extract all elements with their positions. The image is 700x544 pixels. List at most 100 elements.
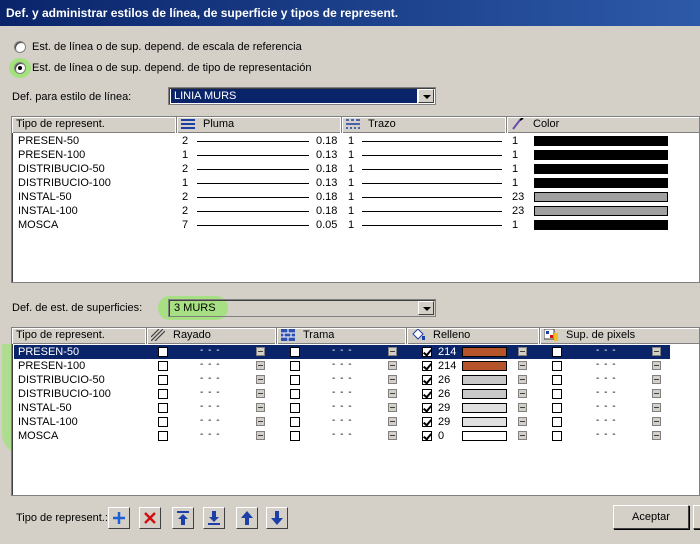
pattern-checkbox[interactable] xyxy=(290,403,300,413)
surface-style-combo[interactable]: 3 MURS xyxy=(168,299,436,317)
fill-edit-button[interactable] xyxy=(518,403,527,412)
col-header-fill[interactable]: Relleno xyxy=(407,328,540,344)
pattern-checkbox[interactable] xyxy=(290,375,300,385)
cancel-button[interactable] xyxy=(693,505,700,529)
paintbrush-icon xyxy=(512,118,524,130)
table-row[interactable]: INSTAL-100 2 0.18 1 23 xyxy=(14,204,699,218)
hatch-checkbox[interactable] xyxy=(158,389,168,399)
pixels-checkbox[interactable] xyxy=(552,347,562,357)
fill-edit-button[interactable] xyxy=(518,361,527,370)
pixels-edit-button[interactable] xyxy=(652,403,661,412)
table-row[interactable]: DISTRIBUCIO-50 - - - - - - 26 - - - xyxy=(14,373,670,387)
accept-button[interactable]: Aceptar xyxy=(613,505,689,529)
pixels-checkbox[interactable] xyxy=(552,389,562,399)
fill-edit-button[interactable] xyxy=(518,417,527,426)
fill-edit-button[interactable] xyxy=(518,347,527,356)
table-row[interactable]: PRESEN-100 - - - - - - 214 - - - xyxy=(14,359,670,373)
table-row[interactable]: PRESEN-100 1 0.13 1 1 xyxy=(14,148,699,162)
pixels-edit-button[interactable] xyxy=(652,361,661,370)
pixels-checkbox[interactable] xyxy=(552,431,562,441)
col-header-hatch[interactable]: Rayado xyxy=(147,328,277,344)
col-header-trace[interactable]: Trazo xyxy=(342,117,507,133)
col-header-type[interactable]: Tipo de represent. xyxy=(12,328,147,344)
hatch-checkbox[interactable] xyxy=(158,431,168,441)
move-top-button[interactable] xyxy=(172,507,194,529)
pixels-checkbox[interactable] xyxy=(552,417,562,427)
fill-checkbox[interactable] xyxy=(422,403,432,413)
pattern-edit-button[interactable] xyxy=(388,347,397,356)
fill-edit-button[interactable] xyxy=(518,375,527,384)
pixels-edit-button[interactable] xyxy=(652,431,661,440)
hatch-checkbox[interactable] xyxy=(158,403,168,413)
line-style-table[interactable]: Tipo de represent. Pluma Trazo Color PRE… xyxy=(11,116,700,283)
move-bottom-button[interactable] xyxy=(203,507,225,529)
pixels-edit-button[interactable] xyxy=(652,417,661,426)
pattern-checkbox[interactable] xyxy=(290,361,300,371)
hatch-edit-button[interactable] xyxy=(256,389,265,398)
pattern-edit-button[interactable] xyxy=(388,389,397,398)
table-row[interactable]: DISTRIBUCIO-50 2 0.18 1 1 xyxy=(14,162,699,176)
table-row[interactable]: MOSCA - - - - - - 0 - - - xyxy=(14,429,670,443)
move-up-button[interactable] xyxy=(236,507,258,529)
hatch-checkbox[interactable] xyxy=(158,417,168,427)
table-row[interactable]: PRESEN-50 - - - - - - 214 - - - xyxy=(14,345,670,359)
surface-style-label: Def. de est. de superficies: xyxy=(12,302,143,314)
hatch-edit-button[interactable] xyxy=(256,417,265,426)
hatch-edit-button[interactable] xyxy=(256,375,265,384)
pixels-value: - - - xyxy=(596,359,617,370)
fill-checkbox[interactable] xyxy=(422,431,432,441)
hatch-checkbox[interactable] xyxy=(158,375,168,385)
pattern-edit-button[interactable] xyxy=(388,417,397,426)
pixels-edit-button[interactable] xyxy=(652,389,661,398)
col-header-pixels[interactable]: Sup. de pixels xyxy=(540,328,699,344)
radio-button[interactable] xyxy=(14,41,26,53)
fill-checkbox[interactable] xyxy=(422,375,432,385)
col-header-color[interactable]: Color xyxy=(507,117,699,133)
table-row[interactable]: INSTAL-50 - - - - - - 29 - - - xyxy=(14,401,670,415)
chevron-down-icon[interactable] xyxy=(418,301,434,315)
hatch-edit-button[interactable] xyxy=(256,347,265,356)
hatch-checkbox[interactable] xyxy=(158,361,168,371)
fill-edit-button[interactable] xyxy=(518,389,527,398)
table-row[interactable]: DISTRIBUCIO-100 - - - - - - 26 - - - xyxy=(14,387,670,401)
table-row[interactable]: PRESEN-50 2 0.18 1 1 xyxy=(14,134,699,148)
pattern-checkbox[interactable] xyxy=(290,431,300,441)
pattern-checkbox[interactable] xyxy=(290,417,300,427)
pixels-checkbox[interactable] xyxy=(552,375,562,385)
hatch-edit-button[interactable] xyxy=(256,403,265,412)
plus-button[interactable] xyxy=(108,507,130,529)
pixels-edit-button[interactable] xyxy=(652,347,661,356)
table-row[interactable]: INSTAL-100 - - - - - - 29 - - - xyxy=(14,415,670,429)
pattern-checkbox[interactable] xyxy=(290,347,300,357)
radio-type-dependent[interactable]: Est. de línea o de sup. depend. de tipo … xyxy=(14,60,311,76)
move-down-button[interactable] xyxy=(266,507,288,529)
pattern-edit-button[interactable] xyxy=(388,361,397,370)
pattern-checkbox[interactable] xyxy=(290,389,300,399)
pattern-edit-button[interactable] xyxy=(388,431,397,440)
fill-edit-button[interactable] xyxy=(518,431,527,440)
table-row[interactable]: DISTRIBUCIO-100 1 0.13 1 1 xyxy=(14,176,699,190)
surface-style-table[interactable]: Tipo de represent. Rayado Trama Relleno … xyxy=(11,327,700,496)
pixels-checkbox[interactable] xyxy=(552,361,562,371)
hatch-edit-button[interactable] xyxy=(256,431,265,440)
col-header-pattern[interactable]: Trama xyxy=(277,328,407,344)
fill-checkbox[interactable] xyxy=(422,347,432,357)
fill-checkbox[interactable] xyxy=(422,361,432,371)
hatch-edit-button[interactable] xyxy=(256,361,265,370)
delete-x-button[interactable] xyxy=(139,507,161,529)
radio-button[interactable] xyxy=(14,62,26,74)
table-row[interactable]: MOSCA 7 0.05 1 1 xyxy=(14,218,699,232)
col-header-type[interactable]: Tipo de represent. xyxy=(12,117,177,133)
pattern-edit-button[interactable] xyxy=(388,403,397,412)
radio-scale-dependent[interactable]: Est. de línea o de sup. depend. de escal… xyxy=(14,39,302,55)
pattern-edit-button[interactable] xyxy=(388,375,397,384)
fill-checkbox[interactable] xyxy=(422,417,432,427)
hatch-checkbox[interactable] xyxy=(158,347,168,357)
line-style-combo[interactable]: LINIA MURS xyxy=(168,87,436,105)
fill-checkbox[interactable] xyxy=(422,389,432,399)
col-header-pen[interactable]: Pluma xyxy=(177,117,342,133)
chevron-down-icon[interactable] xyxy=(418,89,434,103)
pixels-edit-button[interactable] xyxy=(652,375,661,384)
table-row[interactable]: INSTAL-50 2 0.18 1 23 xyxy=(14,190,699,204)
pixels-checkbox[interactable] xyxy=(552,403,562,413)
